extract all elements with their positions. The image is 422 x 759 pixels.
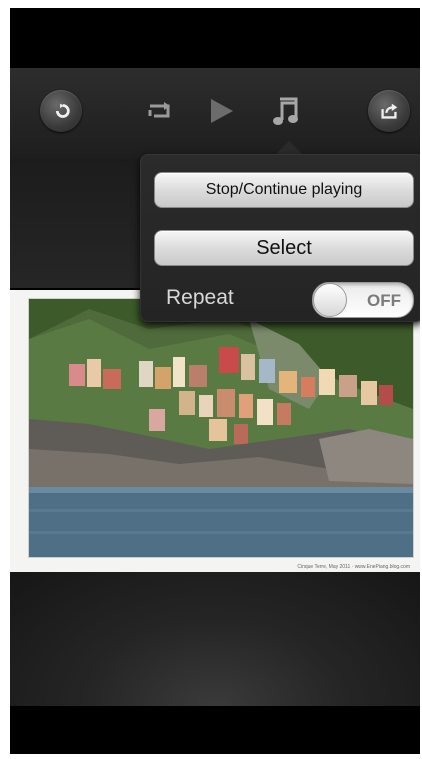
play-button[interactable] xyxy=(206,96,236,126)
repeat-label: Repeat xyxy=(166,286,234,309)
landscape-photo xyxy=(29,299,413,557)
app-screen: Cinque Terre, May 2011 · www.EnePiang.bl… xyxy=(10,8,420,754)
stop-continue-playing-button[interactable]: Stop/Continue playing xyxy=(154,172,414,208)
play-icon xyxy=(211,99,233,123)
top-toolbar xyxy=(10,68,420,158)
music-button[interactable] xyxy=(270,94,300,128)
photo-image[interactable] xyxy=(28,298,414,558)
music-popover: Stop/Continue playing Select Repeat OFF xyxy=(140,154,420,322)
photo-frame: Cinque Terre, May 2011 · www.EnePiang.bl… xyxy=(10,290,420,572)
bottom-panel xyxy=(10,572,420,706)
popover-arrow xyxy=(275,141,303,155)
back-button[interactable] xyxy=(40,90,82,132)
repeat-icon xyxy=(148,102,170,118)
back-arrow-icon xyxy=(55,103,70,118)
repeat-toggle[interactable]: OFF xyxy=(312,282,414,318)
music-note-icon xyxy=(273,97,298,125)
toggle-knob[interactable] xyxy=(313,283,347,317)
share-button[interactable] xyxy=(368,90,410,132)
repeat-button[interactable] xyxy=(144,98,176,124)
share-icon xyxy=(381,103,398,119)
toggle-state-text: OFF xyxy=(367,291,401,310)
photo-caption: Cinque Terre, May 2011 · www.EnePiang.bl… xyxy=(297,564,410,570)
select-button[interactable]: Select xyxy=(154,230,414,266)
